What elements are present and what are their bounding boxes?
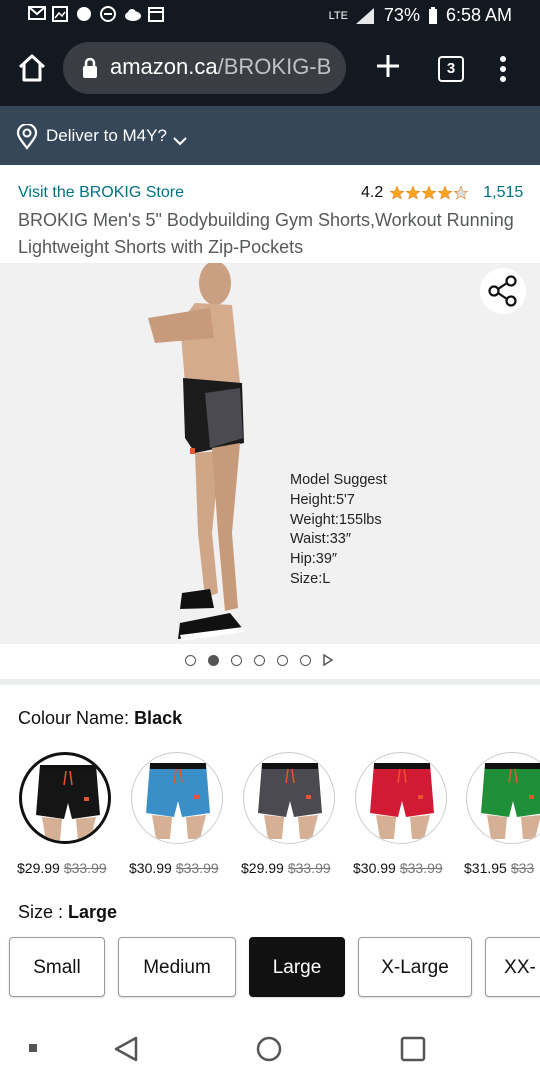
notification-icons	[28, 6, 166, 22]
model-suggest-line: Size:L	[290, 570, 331, 587]
star-icon	[405, 185, 421, 200]
swatch-old-price: $33	[510, 860, 535, 876]
pagination-dot[interactable]	[277, 654, 288, 666]
swatch-price: $29.99 $33.99	[241, 860, 331, 876]
battery-percent: 73%	[383, 5, 420, 25]
model-suggest-line: Height:5'7	[290, 491, 355, 508]
colour-swatch[interactable]	[131, 752, 223, 844]
swatch-price: $29.99 $33.99	[17, 860, 107, 876]
phone-icon	[76, 6, 94, 22]
back-icon[interactable]	[114, 1036, 138, 1062]
clock: 6:58 AM	[445, 5, 512, 25]
tab-switcher-button[interactable]: 3	[438, 56, 464, 82]
colour-swatch[interactable]	[19, 752, 111, 844]
status-bar: LTE 73% 6:58 AM	[0, 0, 540, 32]
pagination-dot[interactable]	[254, 654, 265, 666]
swatch-price: $30.99 $33.99	[129, 860, 219, 876]
pagination-dot[interactable]	[208, 654, 219, 666]
swatch-old-price: $33.99	[63, 860, 107, 876]
selected-size: Large	[68, 902, 118, 922]
star-icon	[389, 185, 405, 200]
new-tab-button[interactable]	[372, 46, 404, 86]
battery-icon	[428, 6, 437, 24]
pagination-dot[interactable]	[185, 654, 196, 666]
signal-icon: LTE	[328, 9, 348, 22]
more-menu-icon[interactable]	[494, 54, 512, 84]
size-label: Size : Large	[18, 902, 118, 922]
rating-value: 4.2	[361, 184, 384, 201]
calendar-icon	[148, 6, 166, 22]
signal-bars-icon	[355, 7, 374, 24]
swatch-shorts-image	[258, 763, 322, 839]
swatch-price: $31.95 $33	[464, 860, 535, 876]
store-link[interactable]: Visit the BROKIG Store	[18, 184, 184, 202]
size-option-button[interactable]: X-Large	[358, 937, 472, 997]
share-icon	[488, 275, 517, 307]
video-play-icon[interactable]	[323, 654, 333, 666]
address-bar[interactable]: amazon.ca/BROKIG-B	[63, 42, 346, 94]
share-button[interactable]	[480, 268, 526, 314]
browser-toolbar: amazon.ca/BROKIG-B 3	[0, 32, 540, 106]
chevron-down-icon[interactable]	[172, 133, 188, 146]
size-option-button[interactable]: Medium	[118, 937, 236, 997]
model-suggest-line: Weight:155lbs	[290, 511, 382, 528]
colour-swatch[interactable]	[243, 752, 335, 844]
swatch-old-price: $33.99	[175, 860, 219, 876]
gallery-pagination[interactable]	[185, 654, 333, 666]
star-icon	[421, 185, 437, 200]
model-suggest-line: Waist:33″	[290, 531, 352, 548]
dnd-icon	[100, 6, 118, 22]
url-path: /BROKIG-B	[217, 54, 332, 79]
home-nav-icon[interactable]	[256, 1036, 282, 1062]
pagination-dot[interactable]	[231, 654, 242, 666]
product-image-gallery[interactable]	[0, 263, 540, 644]
system-nav-bar	[0, 1018, 540, 1080]
swatch-price: $30.99 $33.99	[353, 860, 443, 876]
image-icon	[52, 6, 70, 22]
url-domain: amazon.ca	[110, 54, 218, 79]
recents-dot-icon	[29, 1044, 37, 1052]
model-suggest-line: Model Suggest	[290, 472, 387, 488]
colour-name-label: Colour Name: Black	[18, 708, 183, 728]
location-pin-icon	[16, 122, 38, 150]
model-suggest-text: Model Suggest Height:5'7 Weight:155lbs Wais…	[290, 471, 387, 590]
rating-stars	[389, 185, 469, 201]
swatch-shorts-image	[146, 763, 210, 839]
pagination-dot[interactable]	[300, 654, 311, 666]
mail-icon	[28, 6, 46, 22]
product-title: BROKIG Men's 5" Bodybuilding Gym Shorts,…	[18, 210, 514, 257]
rating-count[interactable]: 1,515	[483, 184, 523, 202]
lock-icon	[81, 57, 99, 78]
size-option-button[interactable]: XX-	[485, 937, 540, 997]
star-icon	[437, 185, 453, 200]
swatch-shorts-image	[36, 765, 100, 841]
product-rating[interactable]: 4.2 1,515	[361, 184, 523, 202]
model-suggest-line: Hip:39″	[290, 551, 338, 568]
selected-colour: Black	[134, 708, 183, 728]
overview-icon[interactable]	[400, 1036, 426, 1062]
cloud-icon	[124, 6, 142, 22]
deliver-to-bar[interactable]: Deliver to M4Y?	[0, 106, 540, 165]
size-option-button[interactable]: Large	[249, 937, 345, 997]
product-image-model	[140, 261, 260, 644]
home-icon[interactable]	[14, 50, 50, 86]
deliver-to-text[interactable]: Deliver to M4Y?	[46, 126, 167, 146]
swatch-old-price: $33.99	[287, 860, 331, 876]
swatch-old-price: $33.99	[399, 860, 443, 876]
star-icon	[453, 185, 469, 200]
colour-swatch[interactable]	[355, 752, 447, 844]
size-option-button[interactable]: Small	[9, 937, 105, 997]
swatch-shorts-image	[370, 763, 434, 839]
colour-swatch[interactable]	[466, 752, 540, 844]
swatch-shorts-image	[481, 763, 540, 839]
section-divider	[0, 679, 540, 685]
